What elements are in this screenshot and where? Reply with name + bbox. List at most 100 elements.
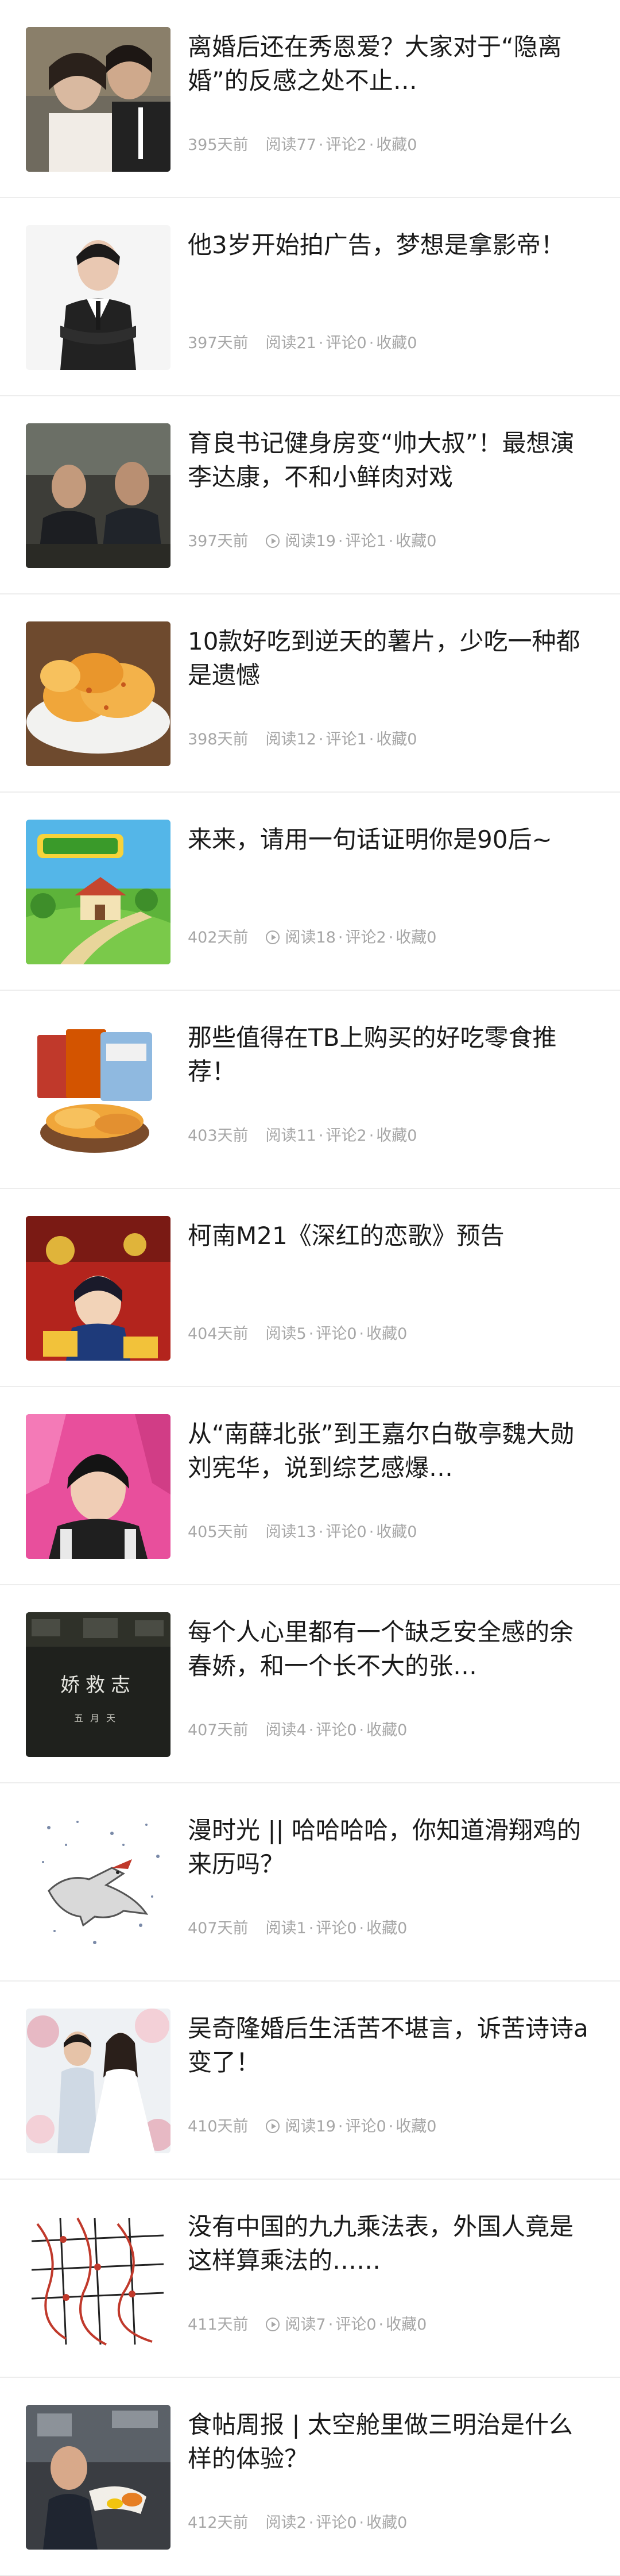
article-thumbnail[interactable]: [26, 2009, 170, 2153]
article-title[interactable]: 从“南薛北张”到王嘉尔白敬亭魏大勋刘宪华，说到综艺感爆…: [188, 1417, 592, 1485]
publish-time: 402天前: [188, 929, 249, 947]
article-meta: 397天前 阅读19 · 评论1 · 收藏0: [188, 532, 437, 550]
article-thumbnail[interactable]: [26, 2405, 170, 2550]
publish-time: 410天前: [188, 2118, 249, 2135]
poster-title: 娇救志: [60, 1674, 136, 1696]
article-title[interactable]: 他3岁开始拍广告，梦想是拿影帝！: [188, 228, 592, 262]
favorite-count: 收藏0: [376, 1127, 417, 1145]
favorite-count: 收藏0: [366, 1721, 408, 1739]
comment-count: 评论2: [326, 136, 367, 154]
article-meta: 405天前 阅读13 · 评论0 · 收藏0: [188, 1523, 417, 1541]
video-icon: [265, 2318, 280, 2331]
favorite-count: 收藏0: [376, 136, 417, 154]
publish-time: 398天前: [188, 731, 249, 748]
read-count: 阅读1: [265, 1920, 307, 1937]
article-title[interactable]: 每个人心里都有一个缺乏安全感的余春娇，和一个长不大的张…: [188, 1615, 592, 1683]
publish-time: 397天前: [188, 532, 249, 550]
read-count: 阅读18: [285, 929, 336, 947]
favorite-count: 收藏0: [376, 731, 417, 748]
comment-count: 评论2: [326, 1127, 367, 1145]
publish-time: 407天前: [188, 1721, 249, 1739]
list-item[interactable]: 那些值得在TB上购买的好吃零食推荐！ 403天前 阅读11 · 评论2 · 收藏0: [0, 991, 620, 1189]
favorite-count: 收藏0: [366, 2514, 408, 2532]
comment-count: 评论0: [326, 334, 367, 352]
comment-count: 评论0: [316, 1325, 357, 1343]
favorite-count: 收藏0: [376, 1523, 417, 1541]
list-item[interactable]: 柯南M21《深红的恋歌》预告 404天前 阅读5 · 评论0 · 收藏0: [0, 1189, 620, 1387]
read-count: 阅读4: [265, 1721, 307, 1739]
article-title[interactable]: 离婚后还在秀恩爱？大家对于“隐离婚”的反感之处不止…: [188, 30, 592, 98]
list-item[interactable]: 从“南薛北张”到王嘉尔白敬亭魏大勋刘宪华，说到综艺感爆… 405天前 阅读13 · 评…: [0, 1387, 620, 1585]
read-count: 阅读7: [285, 2316, 326, 2334]
article-meta: 410天前 阅读19 · 评论0 · 收藏0: [188, 2118, 437, 2135]
article-title[interactable]: 漫时光 || 哈哈哈哈，你知道滑翔鸡的来历吗？: [188, 1813, 592, 1881]
publish-time: 397天前: [188, 334, 249, 352]
article-thumbnail[interactable]: [26, 1414, 170, 1559]
article-thumbnail[interactable]: [26, 621, 170, 766]
article-thumbnail[interactable]: [26, 225, 170, 370]
video-icon: [265, 534, 280, 548]
article-thumbnail[interactable]: [26, 1018, 170, 1163]
article-thumbnail[interactable]: [26, 1216, 170, 1361]
article-meta: 402天前 阅读18 · 评论2 · 收藏0: [188, 929, 437, 947]
video-icon: [265, 930, 280, 944]
read-count: 阅读2: [265, 2514, 307, 2532]
comment-count: 评论0: [316, 2514, 357, 2532]
list-item[interactable]: 娇救志五月天 每个人心里都有一个缺乏安全感的余春娇，和一个长不大的张… 407天…: [0, 1585, 620, 1783]
publish-time: 395天前: [188, 136, 249, 154]
article-title[interactable]: 那些值得在TB上购买的好吃零食推荐！: [188, 1021, 592, 1088]
article-meta: 397天前 阅读21 · 评论0 · 收藏0: [188, 334, 417, 352]
article-meta: 407天前 阅读1 · 评论0 · 收藏0: [188, 1920, 408, 1937]
list-item[interactable]: 食帖周报 | 太空舱里做三明治是什么样的体验？ 412天前 阅读2 · 评论0 · 收藏0: [0, 2378, 620, 2576]
read-count: 阅读19: [285, 2118, 336, 2135]
read-count: 阅读13: [265, 1523, 316, 1541]
comment-count: 评论0: [345, 2118, 386, 2135]
read-count: 阅读21: [265, 334, 316, 352]
article-thumbnail[interactable]: [26, 27, 170, 172]
favorite-count: 收藏0: [376, 334, 417, 352]
list-item[interactable]: 离婚后还在秀恩爱？大家对于“隐离婚”的反感之处不止… 395天前 阅读77 · 评论2…: [0, 0, 620, 198]
list-item[interactable]: 10款好吃到逆天的薯片，少吃一种都是遗憾 398天前 阅读12 · 评论1 · 收藏0: [0, 594, 620, 793]
article-meta: 407天前 阅读4 · 评论0 · 收藏0: [188, 1721, 408, 1739]
article-meta: 395天前 阅读77 · 评论2 · 收藏0: [188, 136, 417, 154]
article-title[interactable]: 10款好吃到逆天的薯片，少吃一种都是遗憾: [188, 624, 592, 692]
article-meta: 411天前 阅读7 · 评论0 · 收藏0: [188, 2316, 427, 2334]
publish-time: 403天前: [188, 1127, 249, 1145]
comment-count: 评论0: [326, 1523, 367, 1541]
comment-count: 评论0: [335, 2316, 377, 2334]
favorite-count: 收藏0: [366, 1325, 408, 1343]
read-count: 阅读11: [265, 1127, 316, 1145]
read-count: 阅读5: [265, 1325, 307, 1343]
list-item[interactable]: 漫时光 || 哈哈哈哈，你知道滑翔鸡的来历吗？ 407天前 阅读1 · 评论0 · 收藏0: [0, 1783, 620, 1982]
article-title[interactable]: 没有中国的九九乘法表，外国人竟是这样算乘法的……: [188, 2210, 592, 2277]
comment-count: 评论0: [316, 1920, 357, 1937]
list-item[interactable]: 育良书记健身房变“帅大叔”！最想演李达康，不和小鲜肉对戏 397天前 阅读19 · 评…: [0, 396, 620, 594]
video-icon: [265, 2119, 280, 2133]
article-title[interactable]: 柯南M21《深红的恋歌》预告: [188, 1219, 592, 1253]
article-title[interactable]: 来来，请用一句话证明你是90后~: [188, 822, 592, 856]
article-meta: 412天前 阅读2 · 评论0 · 收藏0: [188, 2514, 408, 2532]
comment-count: 评论2: [345, 929, 386, 947]
article-title[interactable]: 育良书记健身房变“帅大叔”！最想演李达康，不和小鲜肉对戏: [188, 426, 592, 494]
poster-subtitle: 五月天: [74, 1714, 122, 1724]
article-thumbnail[interactable]: [26, 820, 170, 964]
article-title[interactable]: 食帖周报 | 太空舱里做三明治是什么样的体验？: [188, 2408, 592, 2475]
article-thumbnail[interactable]: 娇救志 五月天: [26, 1612, 170, 1757]
publish-time: 412天前: [188, 2514, 249, 2532]
article-thumbnail[interactable]: [26, 423, 170, 568]
list-item[interactable]: 没有中国的九九乘法表，外国人竟是这样算乘法的…… 411天前 阅读7 · 评论0 · 收藏…: [0, 2180, 620, 2378]
favorite-count: 收藏0: [396, 929, 437, 947]
publish-time: 404天前: [188, 1325, 249, 1343]
list-item[interactable]: 来来，请用一句话证明你是90后~ 402天前 阅读18 · 评论2 · 收藏0: [0, 793, 620, 991]
article-meta: 398天前 阅读12 · 评论1 · 收藏0: [188, 731, 417, 748]
article-thumbnail[interactable]: [26, 2207, 170, 2351]
favorite-count: 收藏0: [396, 2118, 437, 2135]
favorite-count: 收藏0: [396, 532, 437, 550]
read-count: 阅读77: [265, 136, 316, 154]
article-thumbnail[interactable]: [26, 1810, 170, 1955]
comment-count: 评论1: [326, 731, 367, 748]
article-title[interactable]: 吴奇隆婚后生活苦不堪言，诉苦诗诗a变了！: [188, 2011, 592, 2079]
list-item[interactable]: 他3岁开始拍广告，梦想是拿影帝！ 397天前 阅读21 · 评论0 · 收藏0: [0, 198, 620, 396]
read-count: 阅读19: [285, 532, 336, 550]
list-item[interactable]: 吴奇隆婚后生活苦不堪言，诉苦诗诗a变了！ 410天前 阅读19 · 评论0 · 收藏0: [0, 1982, 620, 2180]
